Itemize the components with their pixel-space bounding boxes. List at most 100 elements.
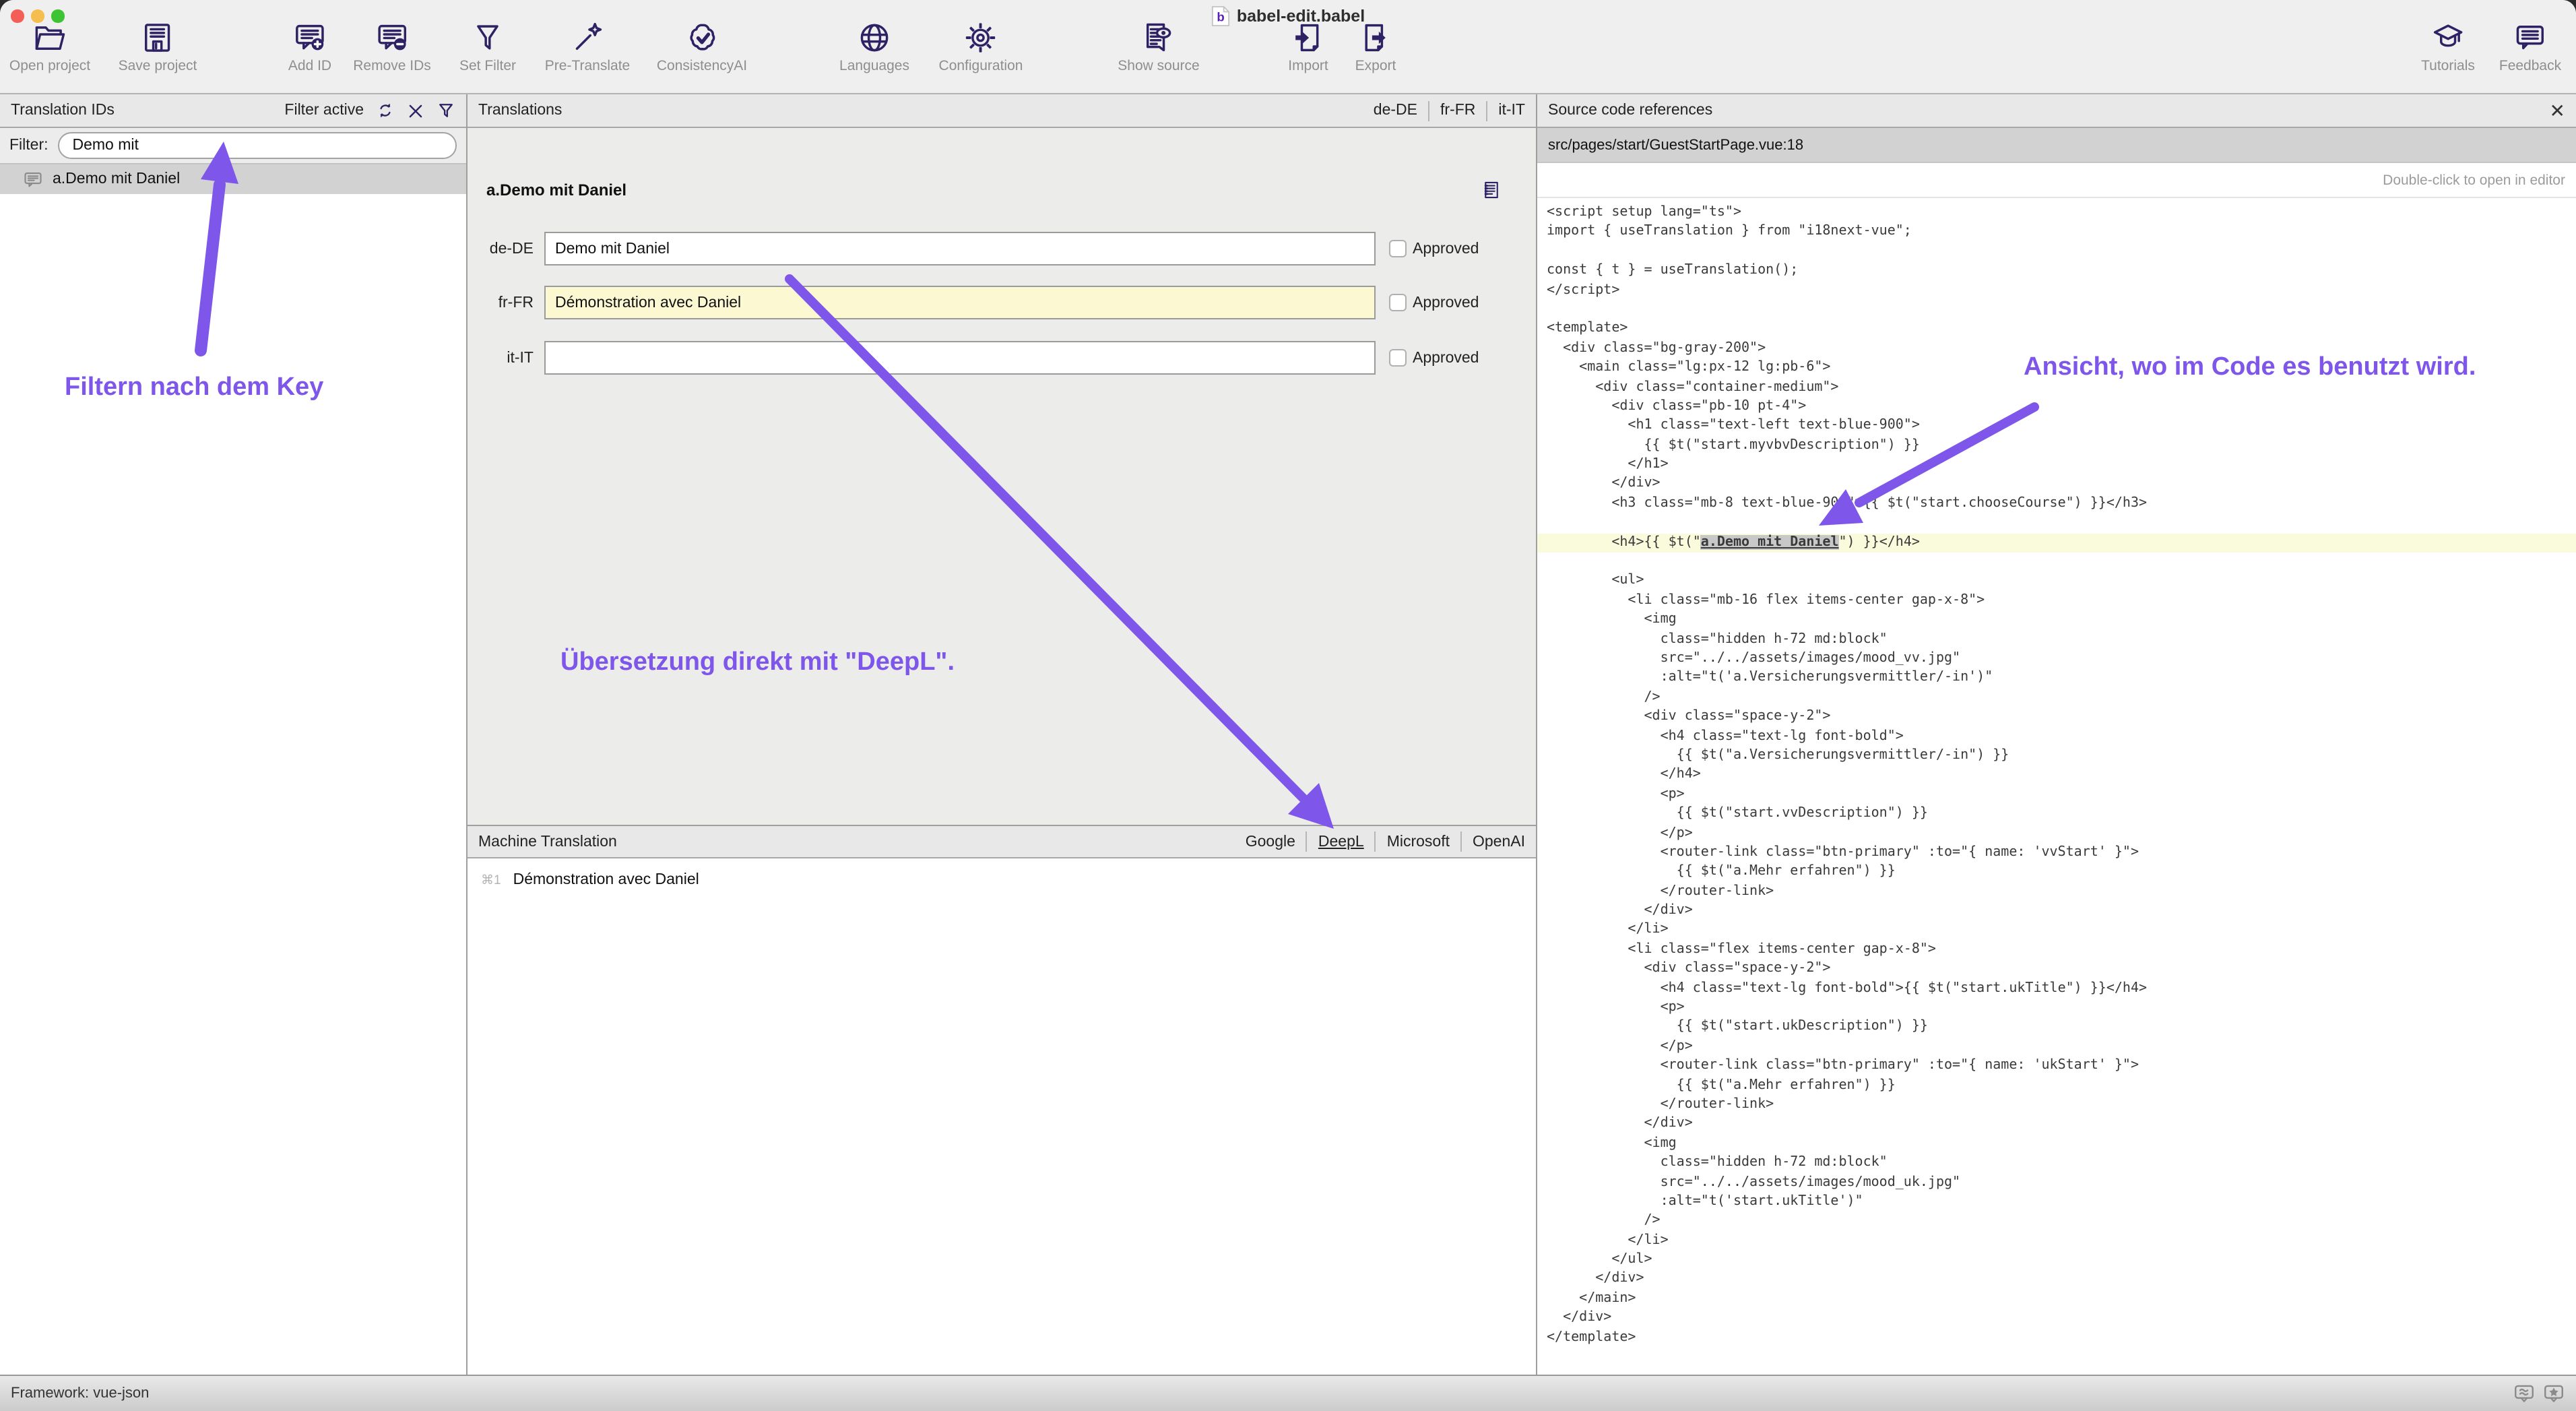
- save-project-button[interactable]: Save project: [119, 20, 197, 74]
- tutorials-button[interactable]: Tutorials: [2421, 20, 2475, 74]
- lang-tab-de[interactable]: de-DE: [1374, 102, 1417, 119]
- source-reference-path: src/pages/start/GuestStartPage.vue:18: [1548, 137, 1803, 153]
- status-bar: Framework: vue-json: [0, 1375, 2576, 1411]
- annotation-code-note: Ansicht, wo im Code es benutzt wird.: [2024, 353, 2476, 383]
- code-line: {{ $t("start.vvDescription") }}: [1537, 805, 2576, 824]
- code-line: [1537, 301, 2576, 320]
- filter-label: Filter:: [9, 137, 49, 154]
- code-line: class="hidden h-72 md:block": [1537, 1154, 2576, 1173]
- code-line: <p>: [1537, 785, 2576, 805]
- code-line: </template>: [1537, 1328, 2576, 1348]
- approved-checkbox-it[interactable]: [1389, 350, 1406, 367]
- code-line: </li>: [1537, 921, 2576, 941]
- code-line: </ul>: [1537, 1251, 2576, 1270]
- code-line: </router-link>: [1537, 882, 2576, 902]
- magic-wand-icon: [570, 20, 605, 55]
- filter-input[interactable]: [58, 132, 457, 159]
- set-filter-button[interactable]: Set Filter: [459, 20, 516, 74]
- mt-provider-deepl[interactable]: DeepL: [1318, 834, 1364, 850]
- translation-id-item[interactable]: a.Demo mit Daniel: [0, 164, 466, 194]
- highlighted-translation-key: a.Demo mit Daniel: [1701, 534, 1839, 549]
- code-line: <li class="mb-16 flex items-center gap-x…: [1537, 592, 2576, 611]
- code-line: <h3 class="mb-8 text-blue-900">{{ $t("st…: [1537, 495, 2576, 514]
- mt-result-row[interactable]: ⌘1 Démonstration avec Daniel: [468, 872, 1536, 888]
- code-line: <li class="flex items-center gap-x-8">: [1537, 941, 2576, 960]
- code-line: </div>: [1537, 902, 2576, 921]
- source-references-panel: Source code references ✕ src/pages/start…: [1537, 94, 2576, 1375]
- add-id-button[interactable]: Add ID: [288, 20, 331, 74]
- machine-translation-title: Machine Translation: [478, 834, 617, 850]
- annotation-filter-note: Filtern nach dem Key: [65, 373, 323, 403]
- show-source-button[interactable]: Show source: [1118, 20, 1199, 74]
- clear-filter-icon[interactable]: [407, 102, 424, 119]
- code-line: </h4>: [1537, 766, 2576, 786]
- notes-icon[interactable]: [1482, 179, 1501, 201]
- code-line: const { t } = useTranslation();: [1537, 261, 2576, 281]
- feedback-button[interactable]: Feedback: [2499, 20, 2561, 74]
- separator: [1460, 832, 1462, 852]
- translation-input-fr[interactable]: [544, 286, 1376, 319]
- lang-tab-it[interactable]: it-IT: [1498, 102, 1525, 119]
- row-lang-it: it-IT: [468, 350, 534, 366]
- languages-button[interactable]: Languages: [839, 20, 909, 74]
- code-line: </p>: [1537, 1038, 2576, 1057]
- code-line: <h4 class="text-lg font-bold">: [1537, 727, 2576, 747]
- row-lang-de: de-DE: [468, 241, 534, 257]
- code-line: <div class="pb-10 pt-4">: [1537, 398, 2576, 417]
- gear-icon: [963, 20, 998, 55]
- code-line: <script setup lang="ts">: [1537, 203, 2576, 223]
- separator: [1375, 832, 1376, 852]
- translation-id-list: a.Demo mit Daniel: [0, 164, 466, 194]
- code-line: />: [1537, 689, 2576, 708]
- document-eye-icon: [1141, 20, 1176, 55]
- save-icon: [140, 20, 175, 55]
- code-line: <router-link class="btn-primary" :to="{ …: [1537, 1057, 2576, 1076]
- translations-panel: Translations de-DE fr-FR it-IT a.Demo mi…: [468, 94, 1537, 1375]
- code-line: <img: [1537, 610, 2576, 630]
- translation-id-label: a.Demo mit Daniel: [53, 171, 180, 187]
- refresh-icon[interactable]: [376, 101, 395, 120]
- separator: [1486, 100, 1487, 121]
- code-line: </div>: [1537, 475, 2576, 495]
- code-line: </div>: [1537, 1309, 2576, 1329]
- consistency-ai-button[interactable]: ConsistencyAI: [657, 20, 747, 74]
- approved-checkbox-fr[interactable]: [1389, 294, 1406, 311]
- source-reference-item[interactable]: src/pages/start/GuestStartPage.vue:18: [1537, 128, 2576, 163]
- machine-translation-results: ⌘1 Démonstration avec Daniel: [468, 858, 1536, 1375]
- code-line: </div>: [1537, 1270, 2576, 1290]
- mt-provider-microsoft[interactable]: Microsoft: [1387, 834, 1450, 850]
- approved-checkbox-de[interactable]: [1389, 241, 1406, 257]
- import-icon: [1291, 20, 1326, 55]
- code-line: <h4>{{ $t("a.Demo mit Daniel") }}</h4>: [1537, 533, 2576, 553]
- row-lang-fr: fr-FR: [468, 294, 534, 311]
- close-panel-icon[interactable]: ✕: [2550, 101, 2565, 120]
- code-line: src="../../assets/images/mood_vv.jpg": [1537, 650, 2576, 669]
- code-line: {{ $t("a.Mehr erfahren") }}: [1537, 1076, 2576, 1096]
- approved-label-it: Approved: [1413, 350, 1479, 366]
- funnel-icon: [470, 20, 505, 55]
- export-icon: [1358, 20, 1393, 55]
- import-button[interactable]: Import: [1288, 20, 1328, 74]
- code-line: </script>: [1537, 281, 2576, 301]
- babel-file-icon: b: [1211, 5, 1230, 27]
- code-line: {{ $t("a.Mehr erfahren") }}: [1537, 863, 2576, 883]
- translation-input-de[interactable]: [544, 232, 1376, 265]
- export-button[interactable]: Export: [1355, 20, 1396, 74]
- code-line: {{ $t("a.Versicherungsvermittler/-in") }…: [1537, 747, 2576, 766]
- remove-ids-button[interactable]: Remove IDs: [353, 20, 431, 74]
- translation-memory-icon[interactable]: [2513, 1382, 2536, 1405]
- code-line: [1537, 553, 2576, 572]
- code-line: {{ $t("start.myvbvDescription") }}: [1537, 436, 2576, 456]
- pre-translate-button[interactable]: Pre-Translate: [545, 20, 630, 74]
- configuration-button[interactable]: Configuration: [939, 20, 1023, 74]
- mt-provider-google[interactable]: Google: [1246, 834, 1295, 850]
- filter-funnel-icon[interactable]: [437, 101, 455, 120]
- mt-provider-openai[interactable]: OpenAI: [1473, 834, 1525, 850]
- translations-title: Translations: [478, 102, 562, 119]
- lang-tab-fr[interactable]: fr-FR: [1440, 102, 1475, 119]
- rate-app-icon[interactable]: [2542, 1382, 2565, 1405]
- code-line: />: [1537, 1212, 2576, 1232]
- open-project-button[interactable]: Open project: [9, 20, 90, 74]
- translation-ids-panel: Translation IDs Filter active Filter:: [0, 94, 468, 1375]
- translation-input-it[interactable]: [544, 341, 1376, 375]
